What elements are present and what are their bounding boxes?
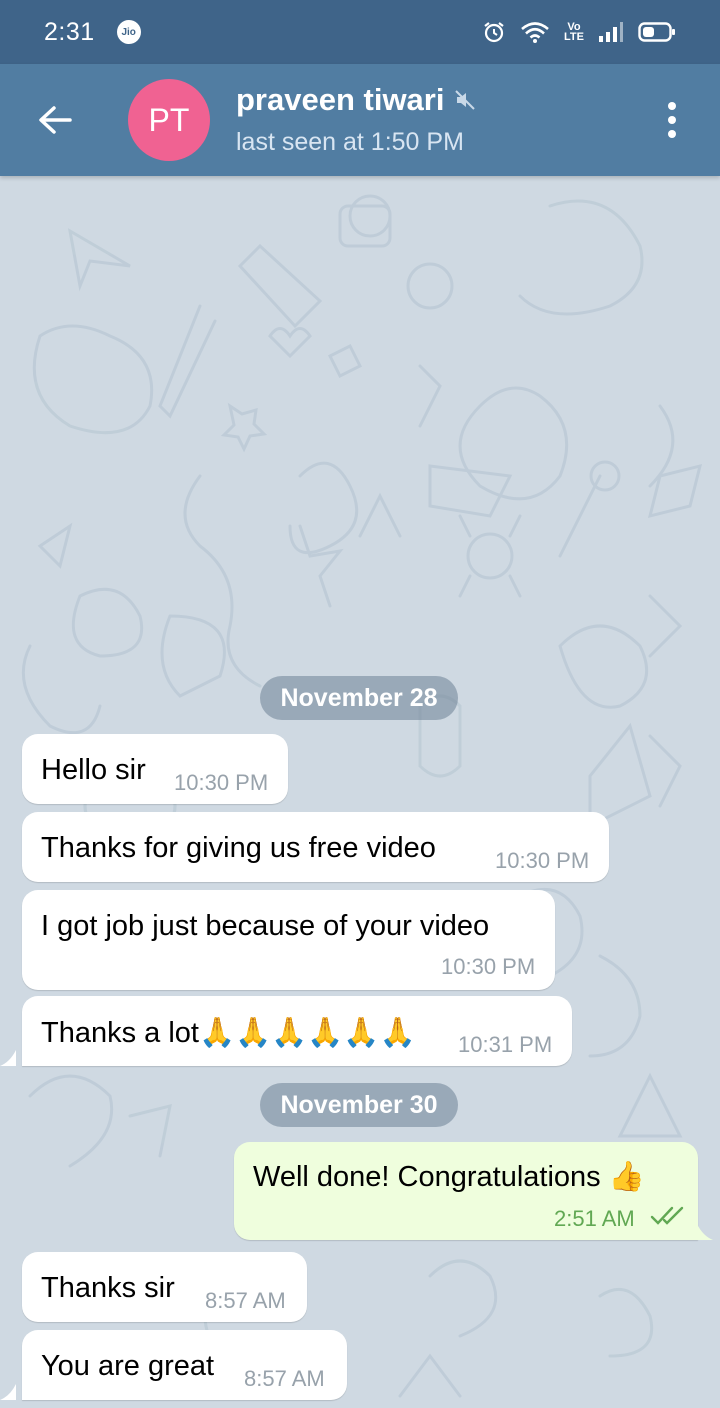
battery-icon	[638, 22, 675, 42]
status-icons: Vo LTE	[482, 20, 676, 44]
more-options-button[interactable]	[650, 92, 694, 148]
message-text: You are great	[41, 1350, 215, 1382]
message-time: 10:30 PM	[495, 848, 590, 873]
wifi-icon	[521, 22, 549, 43]
message-time: 10:30 PM	[441, 954, 536, 979]
message-time: 10:30 PM	[174, 770, 269, 795]
bubble-tail	[0, 1384, 16, 1400]
message-text: Well done! Congratulations 👍	[253, 1161, 645, 1193]
avatar[interactable]: PT	[128, 79, 210, 161]
message-text: Hello sir	[41, 754, 146, 786]
message-bubble[interactable]: Thanks a lot🙏🙏🙏🙏🙏🙏 10:31 PM	[22, 996, 572, 1066]
message-text: Thanks sir	[41, 1272, 175, 1304]
contact-name-row[interactable]: praveen tiwari	[236, 82, 476, 118]
contact-name: praveen tiwari	[236, 82, 445, 117]
message-bubble[interactable]: You are great 8:57 AM	[22, 1330, 347, 1400]
volte-icon: Vo LTE	[564, 21, 584, 43]
signal-icon	[599, 22, 623, 42]
back-arrow-icon	[39, 106, 72, 134]
message-time: 8:57 AM	[244, 1366, 325, 1391]
message-bubble[interactable]: Hello sir 10:30 PM	[22, 734, 288, 804]
alarm-icon	[484, 22, 504, 43]
last-seen-status: last seen at 1:50 PM	[236, 128, 464, 156]
status-bar: 2:31 Jio Vo LTE	[0, 0, 720, 64]
read-checkmarks-icon	[650, 1206, 684, 1225]
dot-icon	[668, 116, 676, 124]
message-bubble[interactable]: Thanks sir 8:57 AM	[22, 1252, 307, 1322]
message-text: I got job just because of your video	[41, 910, 490, 942]
chat-header: PT praveen tiwari last seen at 1:50 PM	[0, 64, 720, 176]
message-text: Thanks a lot🙏🙏🙏🙏🙏🙏	[41, 1017, 416, 1049]
message-bubble[interactable]: Thanks for giving us free video 10:30 PM	[22, 812, 609, 882]
message-time: 8:57 AM	[205, 1288, 286, 1313]
message-text: Thanks for giving us free video	[41, 832, 436, 864]
message-bubble-outgoing[interactable]: Well done! Congratulations 👍 2:51 AM	[234, 1142, 698, 1240]
back-button[interactable]	[30, 95, 80, 145]
message-time: 10:31 PM	[458, 1032, 553, 1057]
date-separator: November 28	[260, 676, 458, 720]
jio-carrier-icon: Jio	[116, 20, 141, 44]
message-bubble[interactable]: I got job just because of your video 10:…	[22, 890, 555, 990]
date-separator: November 30	[260, 1083, 458, 1127]
chat-area[interactable]: November 28 Hello sir 10:30 PM Thanks fo…	[0, 176, 720, 1408]
dot-icon	[668, 102, 676, 110]
muted-icon	[455, 90, 476, 110]
bubble-tail	[0, 1050, 16, 1066]
message-time: 2:51 AM	[554, 1206, 635, 1231]
dot-icon	[668, 130, 676, 138]
bubble-tail	[697, 1224, 713, 1240]
status-time: 2:31	[44, 17, 95, 46]
